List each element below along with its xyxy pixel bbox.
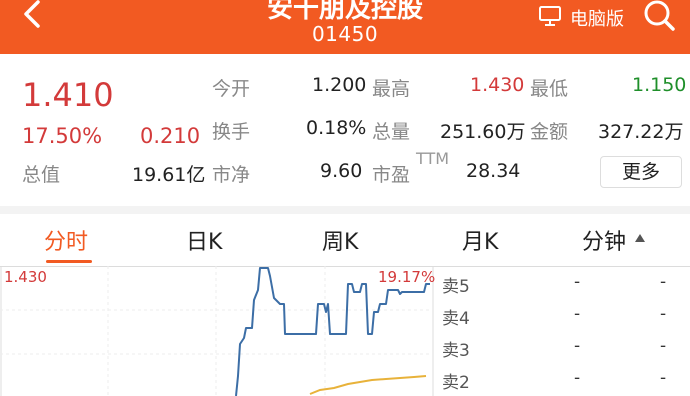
desktop-version-button[interactable]: 电脑版 <box>538 4 624 32</box>
top-header: 安干朋及控股 01450 电脑版 <box>0 0 690 54</box>
open-label: 今开 <box>212 78 251 100</box>
market-cap-label: 总值 <box>22 164 61 186</box>
market-cap-value: 19.61亿 <box>132 164 206 186</box>
low-label: 最低 <box>530 78 569 100</box>
pb-label: 市净 <box>212 164 251 186</box>
volume-value: 251.60万 <box>440 121 526 143</box>
section-divider <box>0 206 690 214</box>
chart-max-price: 1.430 <box>4 268 47 286</box>
volume-label: 总量 <box>372 121 411 143</box>
active-tab-indicator <box>46 260 92 263</box>
order-price: - <box>574 368 581 388</box>
order-volume: - <box>660 368 667 388</box>
tab-weekly-k[interactable]: 周K <box>322 224 358 256</box>
more-button[interactable]: 更多 <box>600 156 682 188</box>
amount-value: 327.22万 <box>598 121 684 143</box>
high-label: 最高 <box>372 78 411 100</box>
stock-quote-page: 安干朋及控股 01450 电脑版 1.410 17.50% 0.210 总值 1… <box>0 0 690 396</box>
average-line <box>309 375 427 395</box>
tab-daily-k[interactable]: 日K <box>186 224 222 256</box>
caret-up-icon[interactable] <box>635 234 645 242</box>
order-level: 卖4 <box>442 309 470 329</box>
quote-panel: 1.410 17.50% 0.210 总值 19.61亿 今开 1.200 最高… <box>0 54 690 206</box>
amount-label: 金额 <box>530 121 569 143</box>
change-amount: 0.210 <box>140 124 201 148</box>
pb-value: 9.60 <box>320 160 363 182</box>
price-line <box>235 267 430 396</box>
tab-intraday[interactable]: 分时 <box>44 224 88 256</box>
order-book-row: 卖2 <box>434 364 690 394</box>
current-price: 1.410 <box>22 76 114 114</box>
order-book-row: 卖4 <box>434 300 690 330</box>
low-value: 1.150 <box>632 74 687 96</box>
order-level: 卖3 <box>442 341 470 361</box>
intraday-chart[interactable] <box>0 266 434 396</box>
order-book-row: 卖5 <box>434 268 690 298</box>
chart-tabs: 分时 日K 周K 月K 分钟 <box>0 214 690 266</box>
open-value: 1.200 <box>312 74 367 96</box>
pe-ttm-sup: TTM <box>416 149 450 168</box>
search-icon[interactable] <box>640 0 680 34</box>
monitor-icon <box>538 5 562 32</box>
order-volume: - <box>660 272 667 292</box>
change-percent: 17.50% <box>22 124 103 148</box>
chart-max-percent: 19.17% <box>378 268 436 286</box>
order-level: 卖2 <box>442 373 470 393</box>
high-value: 1.430 <box>470 74 525 96</box>
tab-monthly-k[interactable]: 月K <box>462 224 498 256</box>
order-volume: - <box>660 336 667 356</box>
turnover-value: 0.18% <box>306 117 367 139</box>
turnover-label: 换手 <box>212 121 251 143</box>
order-price: - <box>574 304 581 324</box>
order-level: 卖5 <box>442 277 470 297</box>
tab-minute[interactable]: 分钟 <box>582 224 626 256</box>
order-price: - <box>574 336 581 356</box>
order-book-row: 卖3 <box>434 332 690 362</box>
order-price: - <box>574 272 581 292</box>
order-volume: - <box>660 304 667 324</box>
pe-label: 市盈 <box>372 164 411 186</box>
pe-value: 28.34 <box>466 160 521 182</box>
desktop-version-label: 电脑版 <box>570 9 624 30</box>
